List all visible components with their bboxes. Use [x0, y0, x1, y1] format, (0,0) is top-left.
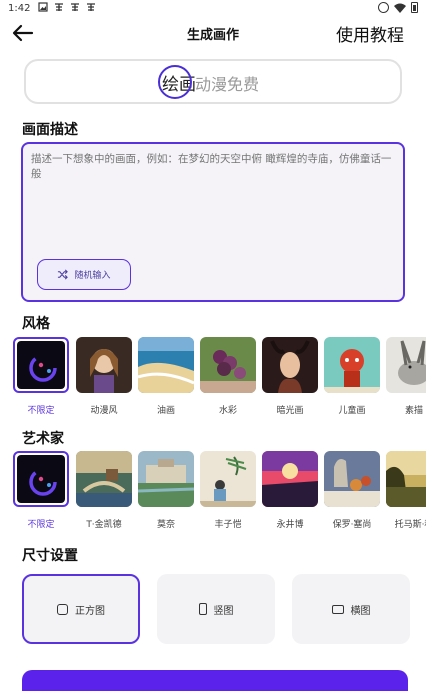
app-icon [71, 3, 79, 11]
style-item-label: 油画 [156, 406, 175, 416]
artist-item-nagai[interactable]: 永井博 [262, 451, 318, 530]
feng-zikai-image [200, 451, 256, 507]
style-item-label: 动漫风 [90, 406, 118, 416]
description-box: 随机输入 [21, 142, 405, 302]
status-bar: 1:42 [0, 0, 426, 18]
unrestricted-icon [17, 455, 65, 503]
portrait-icon [198, 603, 207, 615]
landscape-icon [331, 604, 344, 614]
description-label: 画面描述 [22, 122, 78, 138]
do-not-disturb-icon [378, 2, 389, 13]
style-item-label: 水彩 [218, 406, 237, 416]
artist-item-thomas-cole[interactable]: 托马斯·科 [386, 451, 426, 530]
size-option-label: 横图 [350, 605, 371, 617]
artist-list: 不限定 T·金凯德 莫奈 丰子恺 永井博 保罗·塞尚 托马斯·科 [13, 451, 426, 541]
style-item-label: 素描 [404, 406, 423, 416]
artist-item-unrestricted[interactable]: 不限定 [13, 451, 69, 530]
artist-item-label: 托马斯·科 [394, 520, 426, 530]
style-item-unrestricted[interactable]: 不限定 [13, 337, 69, 416]
artist-item-label: T·金凯德 [86, 520, 122, 530]
style-item-children[interactable]: 儿童画 [324, 337, 380, 416]
random-input-label: 随机输入 [74, 271, 111, 281]
style-label: 风格 [22, 316, 50, 332]
image-icon [38, 2, 48, 12]
battery-icon [411, 2, 418, 13]
tutorial-link[interactable]: 使用教程 [336, 21, 404, 46]
size-option-square[interactable]: 正方图 [22, 574, 140, 644]
watercolor-image [200, 337, 256, 393]
mode-selected-indicator [158, 65, 192, 99]
artist-item-cezanne[interactable]: 保罗·塞尚 [324, 451, 380, 530]
app-icon [87, 3, 95, 11]
style-item-label: 儿童画 [338, 406, 366, 416]
sketch-image [386, 337, 426, 393]
thomas-cole-image [386, 451, 426, 507]
artist-item-label: 莫奈 [156, 520, 175, 530]
random-input-button[interactable]: 随机输入 [37, 259, 131, 290]
oil-painting-image [138, 337, 194, 393]
artist-label: 艺术家 [22, 431, 64, 447]
artist-item-feng-zikai[interactable]: 丰子恺 [200, 451, 256, 530]
mode-anime-tab[interactable]: 动漫免费 [195, 71, 259, 95]
kinkade-image [76, 451, 132, 507]
monet-image [138, 451, 194, 507]
status-time: 1:42 [8, 3, 31, 14]
mode-toggle[interactable]: 绘画 动漫免费 [24, 59, 402, 104]
nagai-image [262, 451, 318, 507]
style-item-sketch[interactable]: 素描 [386, 337, 426, 416]
square-icon [57, 603, 68, 615]
style-item-dark-light[interactable]: 暗光画 [262, 337, 318, 416]
size-option-landscape[interactable]: 横图 [292, 574, 410, 644]
artist-item-kinkade[interactable]: T·金凯德 [76, 451, 132, 530]
artist-item-label: 永井博 [276, 520, 304, 530]
description-input[interactable] [31, 152, 397, 252]
cezanne-image [324, 451, 380, 507]
artist-item-label: 保罗·塞尚 [332, 520, 372, 530]
size-option-label: 正方图 [75, 605, 105, 617]
size-option-portrait[interactable]: 竖图 [157, 574, 275, 644]
style-item-watercolor[interactable]: 水彩 [200, 337, 256, 416]
artist-item-label: 不限定 [27, 520, 55, 530]
size-label: 尺寸设置 [22, 548, 78, 564]
app-icon [55, 3, 63, 11]
generate-button[interactable] [22, 670, 408, 691]
style-item-oil[interactable]: 油画 [138, 337, 194, 416]
style-item-label: 不限定 [27, 406, 55, 416]
style-item-label: 暗光画 [276, 406, 304, 416]
anime-style-image [76, 337, 132, 393]
app-header: 生成画作 使用教程 [0, 18, 426, 48]
unrestricted-icon [17, 341, 65, 389]
shuffle-icon [58, 269, 69, 280]
status-right [378, 2, 418, 13]
status-notifications [38, 2, 96, 12]
artist-item-monet[interactable]: 莫奈 [138, 451, 194, 530]
children-drawing-image [324, 337, 380, 393]
size-option-label: 竖图 [213, 605, 234, 617]
wifi-icon [394, 3, 406, 13]
artist-item-label: 丰子恺 [214, 520, 242, 530]
style-list: 不限定 动漫风 油画 水彩 暗光画 儿童画 素描 [13, 337, 426, 427]
dark-light-image [262, 337, 318, 393]
style-item-anime[interactable]: 动漫风 [76, 337, 132, 416]
